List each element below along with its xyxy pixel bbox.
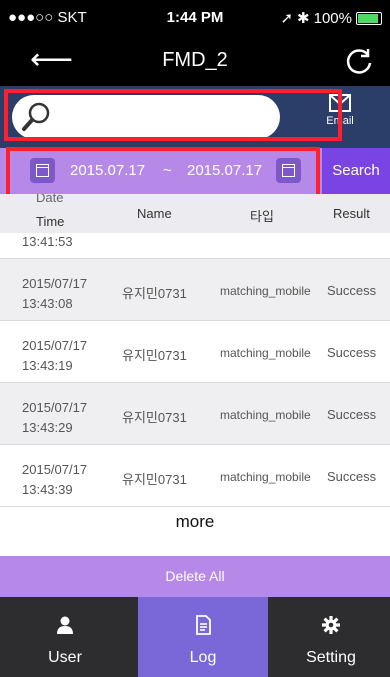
row-result: Success: [327, 469, 377, 484]
header-time: Time: [36, 214, 65, 229]
table-row[interactable]: 2015/07/17 13:43:39 유지민0731 matching_mobi…: [0, 445, 390, 507]
tab-setting-label: Setting: [306, 649, 356, 666]
table-row-partial[interactable]: 13:41:53: [0, 233, 390, 259]
search-box[interactable]: [12, 95, 280, 139]
row-datetime: 2015/07/17 13:43:19: [22, 338, 88, 373]
search-bar: Email: [0, 86, 390, 148]
envelope-icon: [329, 94, 351, 112]
tab-log-label: Log: [189, 649, 217, 666]
page-title: FMD_2: [162, 49, 228, 71]
tab-bar: User Log Setting: [0, 597, 390, 677]
header-type: 타입: [250, 209, 274, 224]
row-type: matching_mobile: [220, 284, 311, 298]
document-icon: [196, 615, 211, 635]
bluetooth-icon: ✱: [297, 10, 310, 27]
row-datetime: 2015/07/17 13:43:29: [22, 400, 88, 435]
email-button[interactable]: Email: [305, 94, 375, 140]
row-result: Success: [327, 407, 377, 422]
search-button[interactable]: Search: [322, 148, 390, 194]
start-date[interactable]: 2015.07.17: [70, 162, 145, 179]
more-button[interactable]: more: [0, 512, 390, 532]
tab-setting[interactable]: Setting: [266, 597, 390, 677]
end-date[interactable]: 2015.07.17: [187, 162, 262, 179]
search-icon: [22, 102, 50, 131]
row-name: 유지민0731: [122, 348, 187, 363]
row-time: 13:41:53: [22, 234, 73, 249]
row-type: matching_mobile: [220, 470, 311, 484]
row-type: matching_mobile: [220, 346, 311, 360]
row-result: Success: [327, 345, 377, 360]
tab-log[interactable]: Log: [138, 597, 268, 677]
status-bar: ●●●○○ SKT 1:44 PM ➚ ✱ 100%: [0, 0, 390, 36]
battery-icon: [356, 11, 382, 25]
row-name: 유지민0731: [122, 472, 187, 487]
row-type: matching_mobile: [220, 408, 311, 422]
row-datetime: 2015/07/17 13:43:08: [22, 276, 88, 311]
person-icon: [57, 616, 73, 634]
tab-user[interactable]: User: [0, 597, 130, 677]
nav-bar: ⟵ FMD_2: [0, 36, 390, 86]
row-result: Success: [327, 283, 377, 298]
header-date: Date: [36, 194, 64, 205]
table-row[interactable]: 2015/07/17 13:43:29 유지민0731 matching_mobi…: [0, 383, 390, 445]
end-calendar-icon[interactable]: [276, 158, 301, 183]
status-right: ➚ ✱ 100%: [280, 9, 382, 27]
table-row[interactable]: 2015/07/17 13:43:19 유지민0731 matching_mobi…: [0, 321, 390, 383]
refresh-icon[interactable]: [344, 46, 374, 76]
table-header: Date Time Name 타입 Result: [0, 194, 390, 235]
tab-user-label: User: [48, 649, 82, 666]
row-name: 유지민0731: [122, 410, 187, 425]
header-name: Name: [137, 206, 172, 221]
battery-percent: 100%: [313, 9, 352, 27]
delete-all-button[interactable]: Delete All: [0, 556, 390, 597]
location-icon: ➚: [280, 10, 294, 27]
email-label: Email: [326, 115, 354, 127]
table-row[interactable]: 2015/07/17 13:43:08 유지민0731 matching_mobi…: [0, 259, 390, 321]
header-result: Result: [333, 206, 370, 221]
row-name: 유지민0731: [122, 286, 187, 301]
search-input[interactable]: [58, 103, 272, 133]
row-datetime: 2015/07/17 13:43:39: [22, 462, 88, 497]
start-calendar-icon[interactable]: [30, 158, 55, 183]
date-separator: ~: [163, 162, 172, 179]
log-list: 2015/07/17 13:43:08 유지민0731 matching_mobi…: [0, 259, 390, 507]
gear-icon: [322, 616, 340, 634]
